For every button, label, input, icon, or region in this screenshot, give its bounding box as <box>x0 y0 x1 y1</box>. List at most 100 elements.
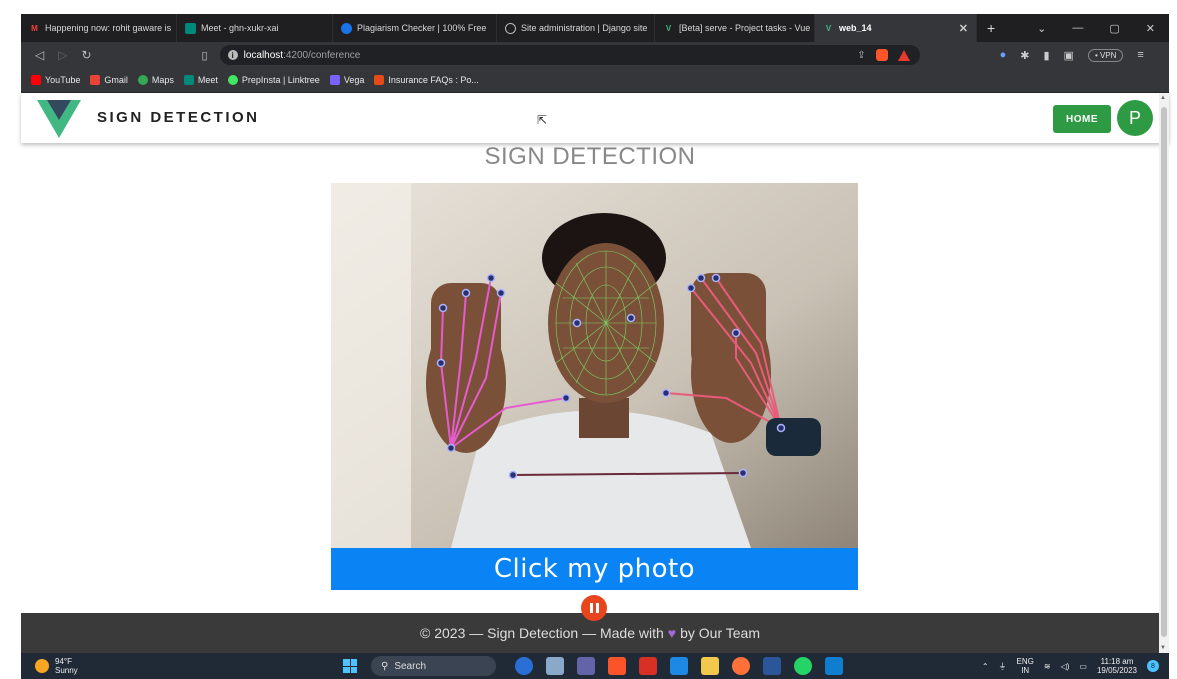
gmail-icon: M <box>31 23 38 33</box>
avatar[interactable]: P <box>1117 100 1153 136</box>
whatsapp-icon[interactable] <box>794 657 812 675</box>
bookmark-label: Vega <box>343 75 365 85</box>
home-button[interactable]: HOME <box>1053 105 1111 133</box>
bookmark-label: Gmail <box>104 75 128 85</box>
scroll-down-icon[interactable]: ▼ <box>1160 645 1166 651</box>
tab-django[interactable]: Site administration | Django site <box>497 14 655 42</box>
bookmark-label: Meet <box>197 75 218 85</box>
footer-by: by Our Team <box>680 625 760 641</box>
bookmark-label: Insurance FAQs : Po... <box>388 75 479 85</box>
menu-icon[interactable]: ≡ <box>1137 49 1143 61</box>
close-tab-icon[interactable]: ✕ <box>959 22 968 35</box>
puzzle-icon[interactable]: ✱ <box>1020 49 1029 62</box>
restore-icon[interactable]: ▢ <box>1109 22 1119 35</box>
back-icon[interactable]: ◁ <box>35 48 44 62</box>
tab-web14[interactable]: V web_14 ✕ <box>815 14 977 42</box>
reload-icon[interactable]: ↻ <box>81 48 91 62</box>
extension-icon[interactable]: ● <box>1000 49 1007 61</box>
screen: M Happening now: rohit gaware is Meet - … <box>0 0 1177 679</box>
weather-condition: Sunny <box>55 666 78 675</box>
brave-rewards-icon[interactable] <box>897 49 910 61</box>
pause-recording-button[interactable] <box>581 595 607 621</box>
minimize-icon[interactable]: — <box>1072 22 1083 35</box>
bookmark-vega[interactable]: Vega <box>329 75 365 85</box>
bookmark-page-icon[interactable]: ▯ <box>202 49 208 62</box>
search-placeholder: Search <box>394 660 427 672</box>
wifi-icon[interactable]: ≋ <box>1044 662 1051 671</box>
brave-shields-icon[interactable] <box>875 49 888 61</box>
usb-icon[interactable]: ⏚ <box>999 661 1007 672</box>
system-tray: ⌃ ⏚ ENG IN ≋ ◁) ▭ 11:18 am 19/05/2023 8 <box>982 653 1159 679</box>
chevron-up-icon[interactable]: ⌃ <box>982 662 989 671</box>
site-info-icon[interactable]: i <box>227 50 238 60</box>
bookmark-maps[interactable]: Maps <box>137 75 174 85</box>
bookmark-youtube[interactable]: YouTube <box>31 75 80 85</box>
share-icon[interactable]: ⇪ <box>857 50 865 61</box>
firefox-icon[interactable] <box>732 657 750 675</box>
battery-icon[interactable]: ▭ <box>1079 662 1087 671</box>
bookmark-insurance[interactable]: Insurance FAQs : Po... <box>374 75 479 85</box>
gmail-icon <box>90 75 101 85</box>
tab-meet[interactable]: Meet - ghn-xukr-xai <box>177 14 333 42</box>
meet-icon <box>183 75 194 85</box>
tab-gmail[interactable]: M Happening now: rohit gaware is <box>21 14 177 42</box>
weather-widget[interactable]: 94°F Sunny <box>35 657 78 675</box>
volume-icon[interactable]: ◁) <box>1061 662 1070 671</box>
url-field[interactable]: i localhost :4200/conference ⇪ <box>219 45 920 65</box>
file-explorer-taskbar-icon[interactable] <box>546 657 564 675</box>
forward-icon[interactable]: ▷ <box>58 48 67 62</box>
tab-search-icon[interactable]: ⌄ <box>1037 22 1046 35</box>
date: 19/05/2023 <box>1096 666 1137 675</box>
vue-icon: V <box>825 23 832 33</box>
windows-start-icon[interactable] <box>343 659 357 673</box>
extension-icons: ● ✱ ▮ ▣ • VPN ≡ <box>1000 48 1144 62</box>
bookmark-label: Maps <box>151 75 174 85</box>
bookmark-label: YouTube <box>45 75 81 85</box>
word-icon[interactable] <box>763 657 781 675</box>
click-photo-button[interactable]: Click my photo <box>331 548 858 590</box>
tab-label: [Beta] serve - Project tasks - Vue <box>679 23 811 33</box>
url-host: localhost <box>243 49 284 61</box>
web-page: SIGN DETECTION ⇱ HOME P ▲ ▼ SIGN DETECTI… <box>21 93 1169 653</box>
tab-vue-project[interactable]: V [Beta] serve - Project tasks - Vue <box>655 14 815 42</box>
meet-icon <box>185 22 196 34</box>
page-scrollbar[interactable]: ▲ ▼ <box>1159 93 1169 653</box>
teams-icon[interactable] <box>577 657 595 675</box>
bookmark-meet[interactable]: Meet <box>183 75 218 85</box>
scroll-up-icon[interactable]: ▲ <box>1160 95 1166 101</box>
taskbar-search[interactable]: ⚲ Search <box>371 656 496 676</box>
brand-title[interactable]: SIGN DETECTION <box>97 109 260 126</box>
plagiarism-icon <box>341 22 352 34</box>
bookmark-label: PrepInsta | Linktree <box>241 75 320 85</box>
bookmark-prepinsta[interactable]: PrepInsta | Linktree <box>227 75 320 85</box>
vscode-icon[interactable] <box>825 657 843 675</box>
sidebar-icon[interactable]: ▮ <box>1043 49 1049 62</box>
lync-icon[interactable] <box>670 657 688 675</box>
folder-icon[interactable] <box>701 657 719 675</box>
linktree-icon <box>227 75 238 85</box>
vue-logo-icon[interactable] <box>37 98 81 140</box>
browser-address-bar: ◁ ▷ ↻ ▯ i localhost :4200/conference ⇪ ●… <box>21 42 1169 68</box>
vpn-button[interactable]: • VPN <box>1087 48 1124 62</box>
region-code: IN <box>1021 666 1030 675</box>
tab-plagiarism[interactable]: Plagiarism Checker | 100% Free <box>333 14 497 42</box>
copilot-icon[interactable] <box>515 657 533 675</box>
wallet-icon[interactable]: ▣ <box>1064 49 1074 62</box>
notification-badge[interactable]: 8 <box>1147 660 1159 672</box>
tab-label: Plagiarism Checker | 100% Free <box>357 23 487 33</box>
window-controls: ⌄ — ▢ ✕ <box>1037 22 1169 35</box>
language-indicator[interactable]: ENG IN <box>1017 657 1034 675</box>
brave-taskbar-icon[interactable] <box>608 657 626 675</box>
scroll-thumb[interactable] <box>1161 107 1167 637</box>
clock[interactable]: 11:18 am 19/05/2023 <box>1097 657 1137 675</box>
screen-border-left <box>0 14 21 679</box>
bookmark-gmail[interactable]: Gmail <box>90 75 128 85</box>
mouse-cursor-icon: ⇱ <box>537 113 548 127</box>
screen-border-right <box>1169 14 1177 679</box>
webcam-feed <box>331 183 858 548</box>
new-tab-button[interactable]: + <box>977 20 1005 36</box>
close-window-icon[interactable]: ✕ <box>1146 22 1155 35</box>
youtube-icon <box>31 75 41 85</box>
app-navbar: SIGN DETECTION ⇱ HOME P <box>21 93 1169 143</box>
acrobat-icon[interactable] <box>639 657 657 675</box>
